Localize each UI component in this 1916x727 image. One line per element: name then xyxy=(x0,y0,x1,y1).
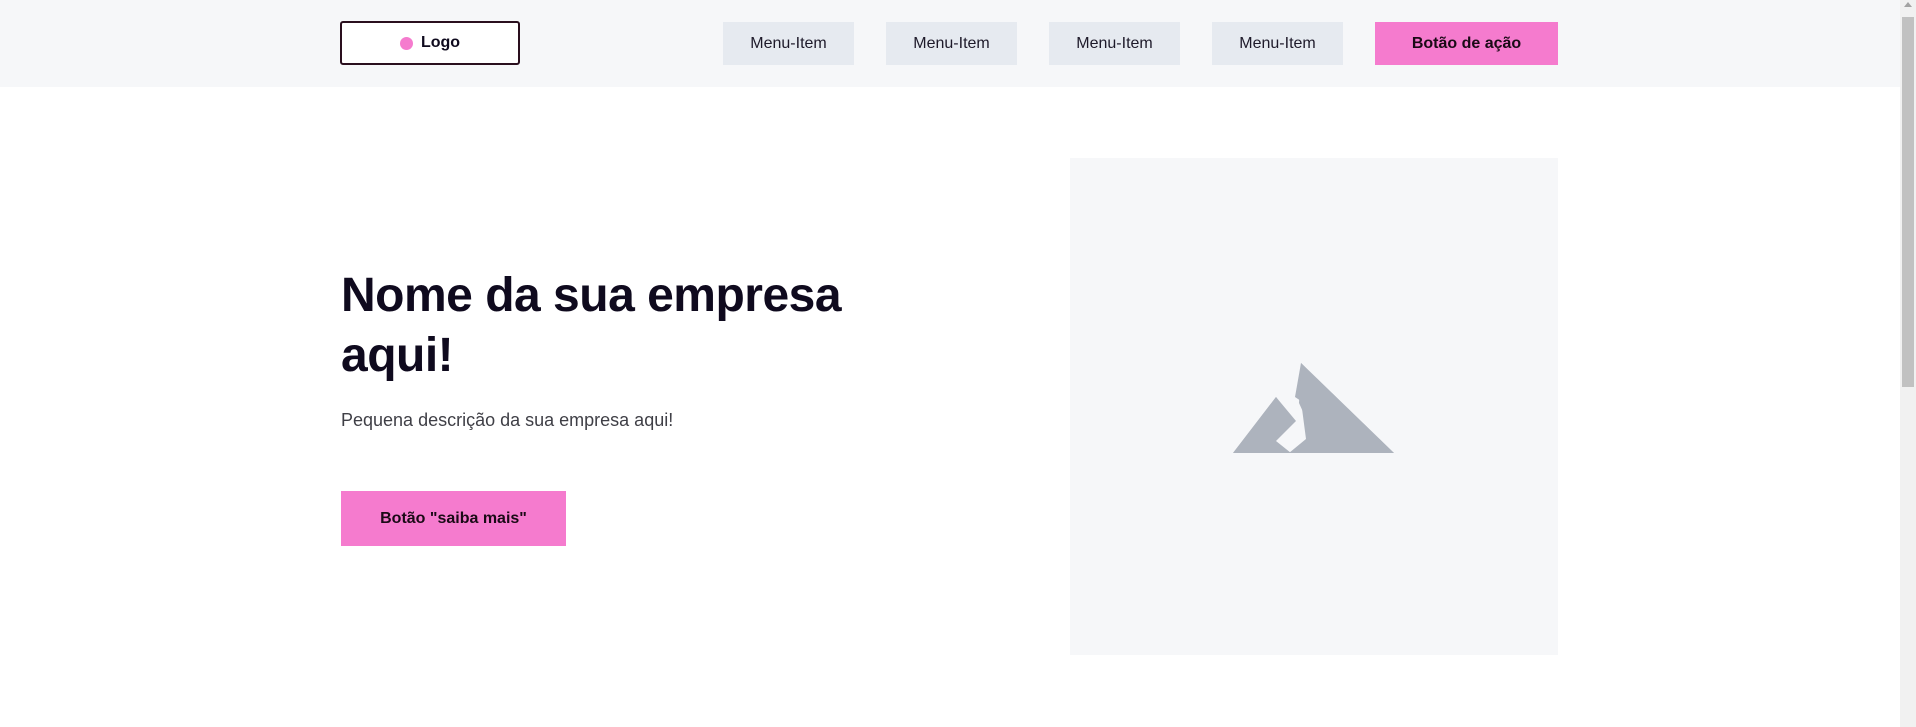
menu-item-2[interactable]: Menu-Item xyxy=(886,22,1017,65)
top-navbar: Logo Menu-Item Menu-Item Menu-Item Menu-… xyxy=(0,0,1900,87)
menu-item-3[interactable]: Menu-Item xyxy=(1049,22,1180,65)
menu-item-label: Menu-Item xyxy=(913,34,990,52)
menu-item-label: Menu-Item xyxy=(1239,34,1316,52)
scroll-up-arrow-icon[interactable] xyxy=(1904,2,1912,7)
landing-page: Logo Menu-Item Menu-Item Menu-Item Menu-… xyxy=(0,0,1916,727)
learn-more-button-label: Botão "saiba mais" xyxy=(380,509,527,527)
logo-label: Logo xyxy=(420,34,461,51)
image-mountain-icon xyxy=(1233,363,1394,453)
hero-description: Pequena descrição da sua empresa aqui! xyxy=(341,410,674,430)
action-button-label: Botão de ação xyxy=(1411,34,1522,52)
logo-button[interactable]: Logo xyxy=(340,21,520,65)
menu-item-4[interactable]: Menu-Item xyxy=(1212,22,1343,65)
menu-item-label: Menu-Item xyxy=(750,34,827,52)
image-placeholder xyxy=(1070,158,1558,655)
dot-icon xyxy=(399,36,413,50)
menu-item-label: Menu-Item xyxy=(1076,34,1153,52)
menu-item-1[interactable]: Menu-Item xyxy=(723,22,854,65)
scrollbar-thumb[interactable] xyxy=(1902,17,1914,387)
hero-title: Nome da sua empresa aqui! xyxy=(341,269,842,382)
action-button[interactable]: Botão de ação xyxy=(1375,22,1558,65)
learn-more-button[interactable]: Botão "saiba mais" xyxy=(341,491,566,546)
vertical-scrollbar[interactable] xyxy=(1900,0,1916,727)
